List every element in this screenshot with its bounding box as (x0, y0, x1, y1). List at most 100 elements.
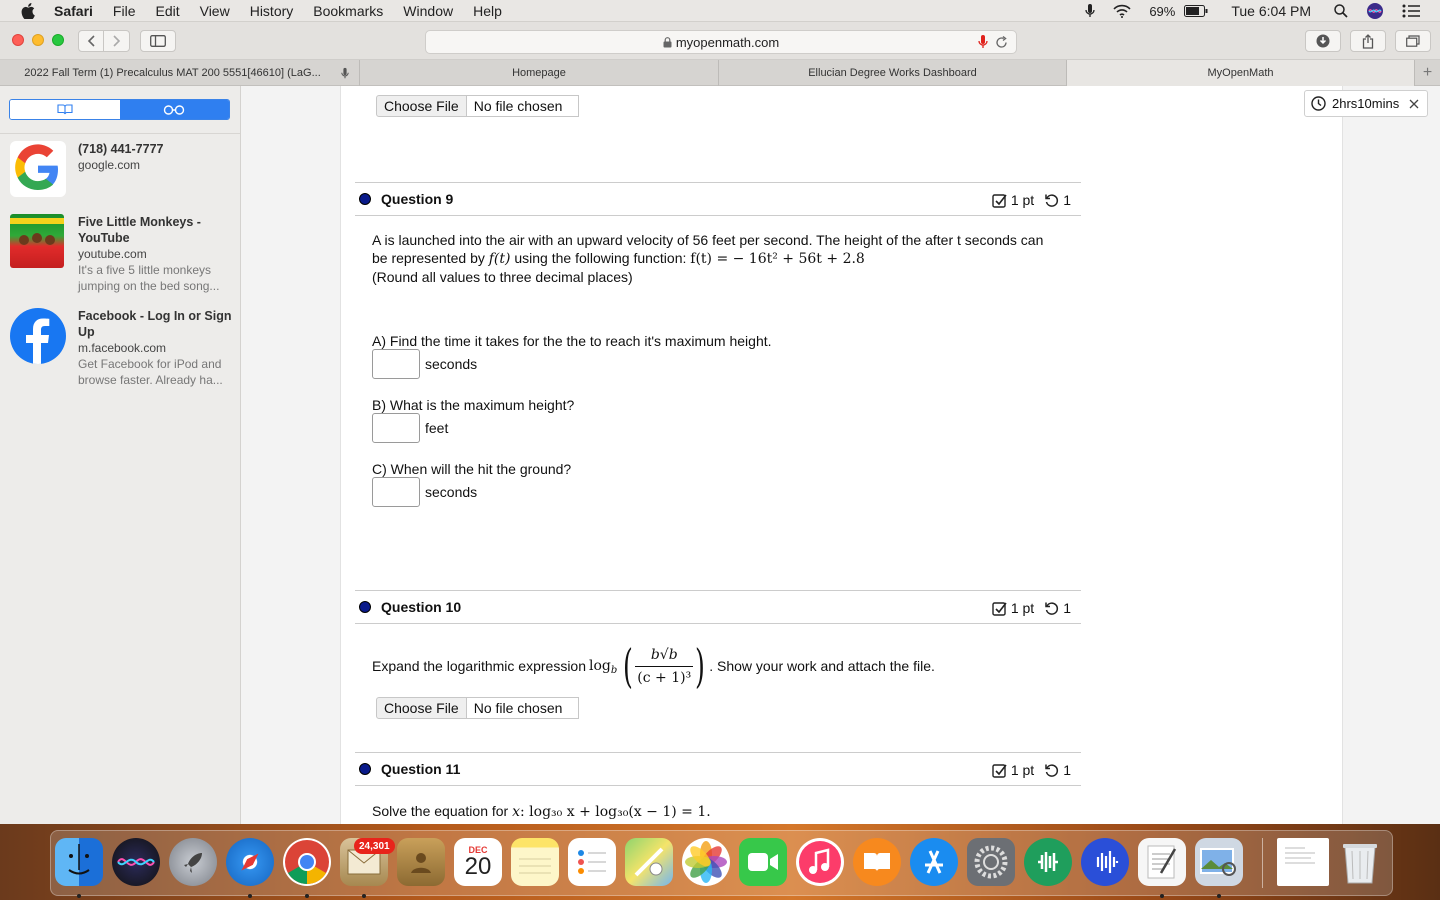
battery-icon[interactable] (1184, 5, 1217, 17)
reminders-icon[interactable] (568, 838, 616, 886)
fraction-numerator: b√b (650, 646, 678, 663)
notification-center-icon[interactable] (1393, 4, 1440, 18)
prompt-line: be represented by f(t) using the followi… (372, 249, 1082, 268)
facebook-logo-icon (10, 308, 66, 364)
preview-icon[interactable] (1195, 838, 1243, 886)
part-b-label: B) What is the maximum height? (372, 397, 575, 413)
calendar-icon[interactable]: DEC 20 (454, 838, 502, 886)
menu-edit[interactable]: Edit (145, 3, 189, 19)
chevron-right-icon (112, 35, 120, 47)
prompt-line: (Round all values to three decimal place… (372, 269, 633, 285)
question-11-prompt: Solve the equation for x: log₃₀ x + log₃… (372, 802, 711, 821)
notes-icon[interactable] (511, 838, 559, 886)
bookmarks-tab[interactable] (10, 100, 120, 119)
app-store-icon[interactable] (910, 838, 958, 886)
book-icon (57, 104, 73, 115)
textedit-icon[interactable] (1138, 838, 1186, 886)
menubar-clock[interactable]: Tue 6:04 PM (1217, 3, 1325, 19)
tab-myopenmath[interactable]: MyOpenMath (1067, 60, 1415, 86)
spotlight-search-icon[interactable] (1325, 4, 1357, 18)
menu-window[interactable]: Window (393, 3, 463, 19)
reading-item-description: Get Facebook for iPod and browse faster.… (78, 357, 223, 387)
timer-text: 2hrs10mins (1332, 96, 1400, 111)
reading-item-domain: youtube.com (78, 247, 147, 261)
minimize-window-button[interactable] (32, 34, 44, 46)
photos-icon[interactable] (682, 838, 730, 886)
books-icon[interactable] (853, 838, 901, 886)
wifi-icon[interactable] (1104, 4, 1140, 18)
music-icon[interactable] (796, 838, 844, 886)
tab-homepage[interactable]: Homepage (360, 60, 719, 86)
share-button[interactable] (1350, 30, 1386, 52)
answer-a-input[interactable] (372, 349, 420, 379)
menu-app-safari[interactable]: Safari (44, 3, 103, 19)
back-button[interactable] (78, 30, 104, 52)
choose-file-button[interactable]: Choose File (376, 95, 467, 117)
reload-icon[interactable] (995, 36, 1008, 49)
menu-help[interactable]: Help (463, 3, 512, 19)
menu-bookmarks[interactable]: Bookmarks (303, 3, 393, 19)
question-10-header: Question 10 1 pt 1 (355, 590, 1081, 624)
checkbox-icon (992, 763, 1007, 778)
voice-app-icon[interactable] (1024, 838, 1072, 886)
fraction: b√b (c + 1)³ (635, 646, 694, 687)
question-retries: 1 (1063, 192, 1071, 208)
downloads-button[interactable] (1305, 30, 1341, 52)
tab-degree-works[interactable]: Ellucian Degree Works Dashboard (719, 60, 1067, 86)
facetime-icon[interactable] (739, 838, 787, 886)
new-tab-button[interactable]: + (1415, 60, 1440, 86)
forward-button[interactable] (104, 30, 130, 52)
prompt-text: Expand the logarithmic expression (372, 658, 587, 674)
choose-file-button[interactable]: Choose File (376, 697, 467, 719)
menu-bar: Safari File Edit View History Bookmarks … (0, 0, 1440, 22)
microphone-icon[interactable] (1076, 3, 1104, 19)
siri-dock-icon[interactable] (112, 838, 160, 886)
prompt-line: A is launched into the air with an upwar… (372, 232, 1044, 248)
trash-icon[interactable] (1336, 838, 1384, 886)
voice-memos-icon[interactable] (1081, 838, 1129, 886)
recent-document-thumbnail[interactable] (1277, 838, 1329, 886)
tabs-icon (1406, 35, 1420, 47)
running-indicator-mail (362, 894, 366, 898)
finder-icon[interactable] (55, 838, 103, 886)
menu-view[interactable]: View (190, 3, 240, 19)
address-bar[interactable]: myopenmath.com (425, 30, 1017, 54)
sidebar-toggle-button[interactable] (140, 30, 176, 52)
question-points: 1 pt (1010, 600, 1035, 616)
reading-list-tab[interactable] (119, 100, 229, 119)
audio-mic-icon[interactable] (341, 67, 349, 80)
system-preferences-icon[interactable] (967, 838, 1015, 886)
file-upload-q8[interactable]: Choose File No file chosen (376, 95, 580, 117)
checkbox-icon (992, 601, 1007, 616)
part-c-label: C) When will the hit the ground? (372, 461, 572, 477)
question-retries: 1 (1063, 762, 1071, 778)
running-indicator-preview (1217, 894, 1221, 898)
apple-icon[interactable] (18, 1, 38, 21)
question-points: 1 pt (1010, 192, 1035, 208)
close-icon[interactable] (1409, 99, 1419, 109)
zoom-window-button[interactable] (52, 34, 64, 46)
close-window-button[interactable] (12, 34, 24, 46)
tab-label: MyOpenMath (1207, 67, 1274, 79)
launchpad-icon[interactable] (169, 838, 217, 886)
contacts-icon[interactable] (397, 838, 445, 886)
glasses-icon (164, 104, 185, 115)
dock-separator (1262, 838, 1263, 888)
microphone-recording-icon[interactable] (978, 34, 988, 50)
chrome-icon[interactable] (283, 838, 331, 886)
file-status: No file chosen (466, 95, 580, 117)
tab-precalculus[interactable]: 2022 Fall Term (1) Precalculus MAT 200 5… (0, 60, 360, 86)
part-a-label: A) Find the time it takes for the the to… (372, 333, 772, 349)
browser-toolbar: myopenmath.com (0, 22, 1440, 60)
tab-overview-button[interactable] (1395, 30, 1431, 52)
safari-dock-icon[interactable] (226, 838, 274, 886)
menu-file[interactable]: File (103, 3, 146, 19)
menu-history[interactable]: History (240, 3, 304, 19)
file-upload-q10[interactable]: Choose File No file chosen (376, 697, 580, 719)
five-little-monkeys-thumbnail (10, 214, 64, 268)
maps-icon[interactable] (625, 838, 673, 886)
siri-icon[interactable] (1357, 2, 1393, 20)
fraction-denominator: (c + 1)³ (637, 669, 692, 686)
answer-c-input[interactable] (372, 477, 420, 507)
answer-b-input[interactable] (372, 413, 420, 443)
